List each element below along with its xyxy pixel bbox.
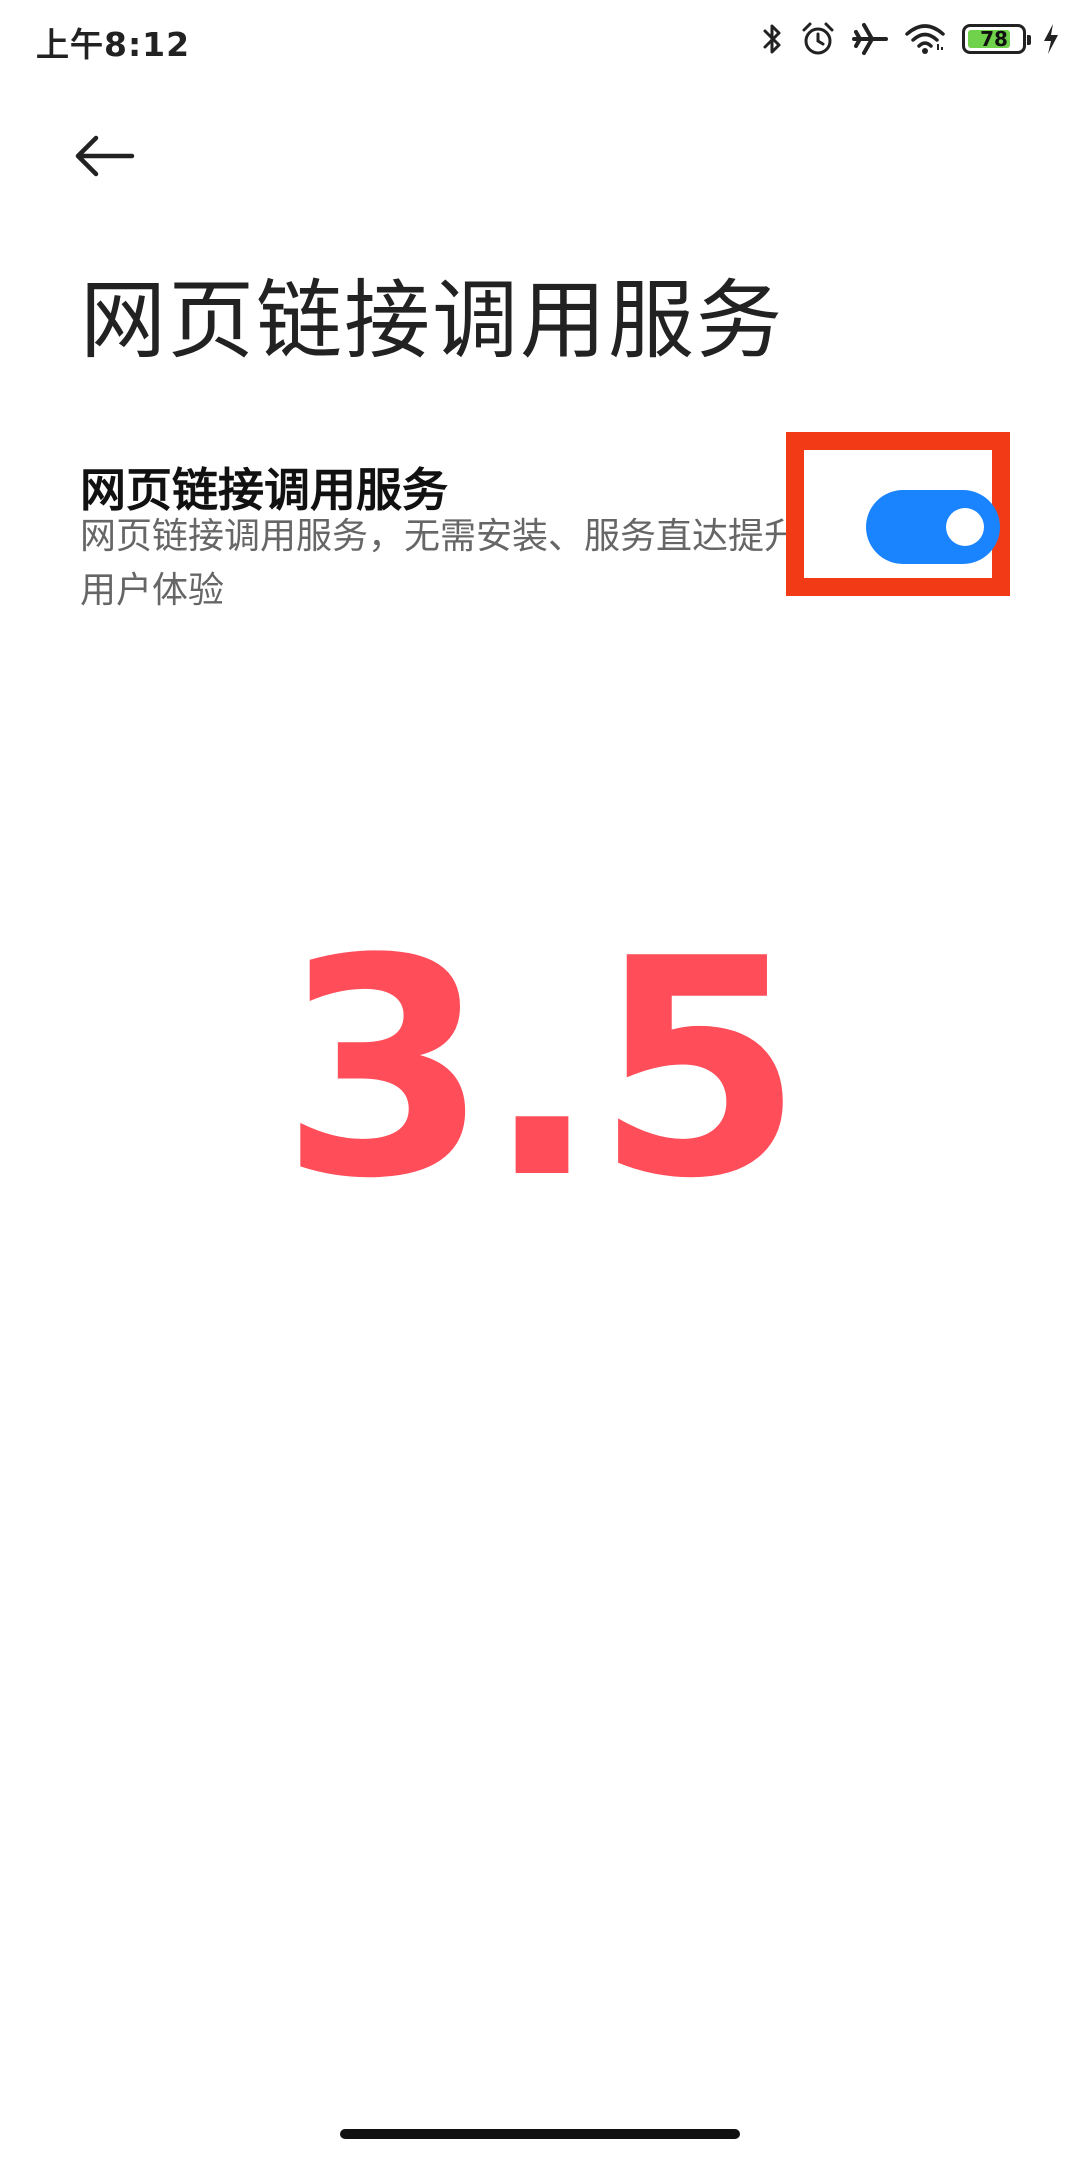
wifi-icon (904, 22, 946, 56)
airplane-icon (852, 21, 888, 57)
battery-icon: 78 (962, 24, 1031, 54)
overlay-version-number: 3.5 (280, 895, 803, 1244)
toggle-knob (946, 508, 984, 546)
home-indicator[interactable] (340, 2129, 740, 2139)
bluetooth-icon (762, 22, 784, 56)
back-button[interactable] (72, 118, 162, 198)
status-icons: 78 (762, 14, 1060, 64)
status-bar: 上午8:12 78 (0, 0, 1080, 80)
charging-icon (1042, 23, 1060, 55)
status-time: 上午8:12 (36, 25, 191, 64)
battery-level: 78 (980, 27, 1008, 51)
web-link-service-toggle[interactable] (866, 490, 1000, 564)
arrow-left-icon (72, 134, 136, 182)
page-title: 网页链接调用服务 (80, 271, 784, 371)
setting-description: 网页链接调用服务，无需安装、服务直达提升用户体验 (80, 516, 801, 611)
alarm-icon (800, 21, 836, 57)
